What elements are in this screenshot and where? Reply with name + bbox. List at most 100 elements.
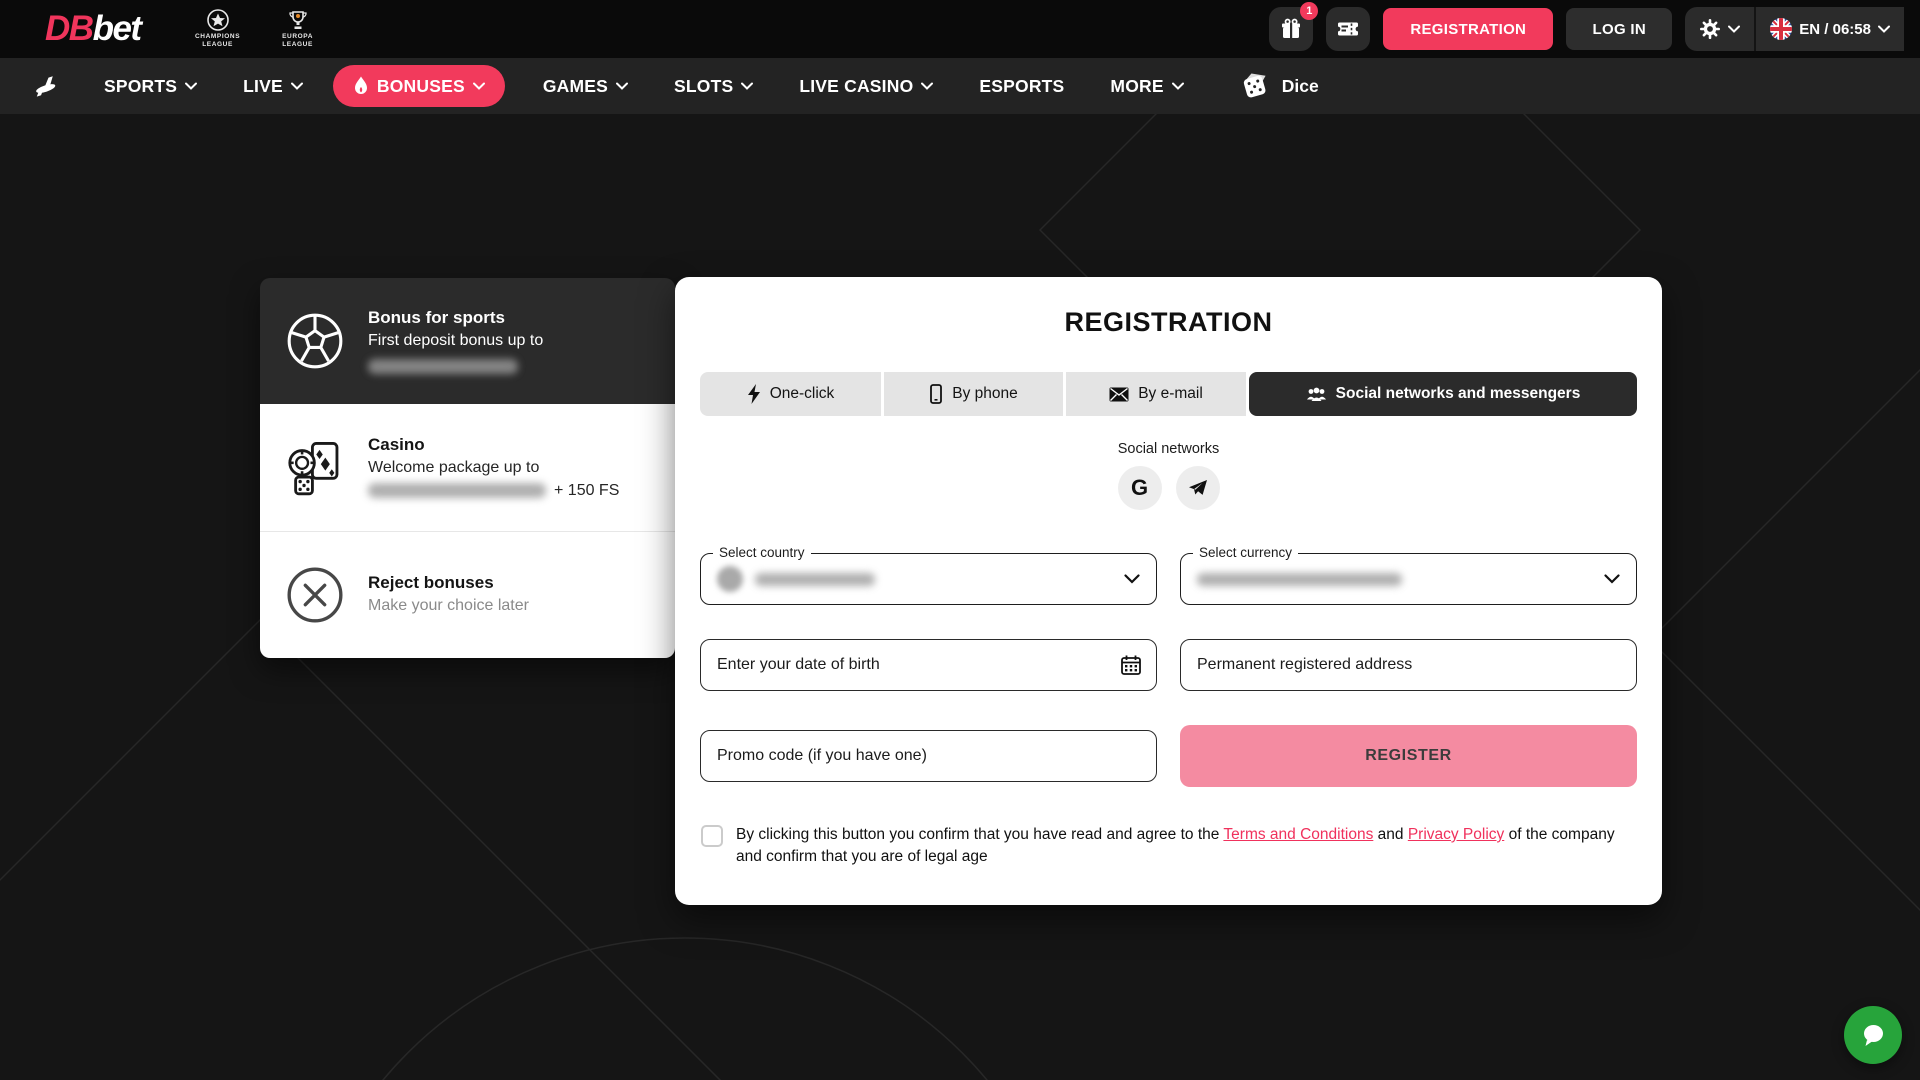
masked-bonus-amount (368, 359, 518, 374)
tab-label: By phone (952, 385, 1018, 403)
nav-bonuses[interactable]: BONUSES (333, 65, 505, 107)
masked-currency-value (1197, 573, 1402, 586)
nav-bonuses-label: BONUSES (377, 76, 465, 97)
nav-more[interactable]: MORE (1110, 76, 1183, 97)
aviator-plane-icon[interactable] (30, 74, 64, 98)
bonus-fs-suffix: + 150 FS (554, 482, 619, 499)
tab-label: One-click (770, 385, 835, 403)
nav-live-label: LIVE (243, 76, 283, 97)
chevron-down-icon (1124, 574, 1140, 584)
agreement-text: By clicking this button you confirm that… (736, 824, 1636, 868)
chevron-down-icon (473, 82, 485, 90)
select-row: Select country Select currency (700, 553, 1637, 605)
chevron-down-icon (1728, 25, 1740, 33)
login-button[interactable]: LOG IN (1566, 8, 1672, 50)
country-select[interactable]: Select country (700, 553, 1157, 605)
masked-country-value (755, 573, 875, 586)
nav-esports-label: ESPORTS (979, 76, 1064, 97)
gifts-button[interactable]: 1 (1269, 7, 1313, 51)
google-icon: G (1131, 475, 1148, 501)
bonus-card-title: Bonus for sports (368, 308, 543, 328)
dice-icon (1240, 71, 1270, 101)
bonus-card-title: Reject bonuses (368, 573, 529, 593)
lightning-icon (747, 384, 761, 404)
dice-label: Dice (1282, 76, 1319, 97)
site-logo[interactable]: DBbet (45, 9, 141, 49)
currency-select-label: Select currency (1193, 545, 1298, 560)
chat-bubble-icon (1859, 1021, 1887, 1049)
nav-more-label: MORE (1110, 76, 1163, 97)
nav-games[interactable]: GAMES (543, 76, 628, 97)
tickets-button[interactable] (1326, 7, 1370, 51)
tab-one-click[interactable]: One-click (700, 372, 881, 416)
bonus-card-subtitle: First deposit bonus up to (368, 331, 543, 352)
address-input[interactable] (1180, 639, 1637, 691)
masked-country-flag (717, 566, 743, 592)
terms-checkbox[interactable] (701, 825, 723, 847)
google-signup-button[interactable]: G (1118, 466, 1162, 510)
phone-icon (929, 384, 943, 404)
nav-live[interactable]: LIVE (243, 76, 303, 97)
country-select-label: Select country (713, 545, 811, 560)
champions-league-logo: CHAMPIONS LEAGUE (183, 9, 253, 49)
logo-db: DB (45, 9, 93, 48)
bonus-card-reject[interactable]: Reject bonuses Make your choice later (260, 531, 675, 658)
nav-live-casino[interactable]: LIVE CASINO (799, 76, 933, 97)
telegram-icon (1188, 479, 1208, 497)
chevron-down-icon (616, 82, 628, 90)
chevron-down-icon (1604, 574, 1620, 584)
soccer-ball-icon (282, 310, 348, 372)
tab-by-email[interactable]: By e-mail (1066, 372, 1246, 416)
chevron-down-icon (921, 82, 933, 90)
nav-dice-game[interactable]: Dice (1240, 71, 1319, 101)
champions-league-starball-icon (205, 9, 231, 33)
nav-sports[interactable]: SPORTS (104, 76, 197, 97)
register-button[interactable]: REGISTER (1180, 725, 1637, 787)
language-time-selector[interactable]: EN / 06:58 (1756, 7, 1904, 51)
nav-slots-label: SLOTS (674, 76, 733, 97)
casino-chip-cards-icon (282, 437, 348, 499)
nav-sports-label: SPORTS (104, 76, 177, 97)
champions-league-label-1: CHAMPIONS (195, 33, 240, 41)
terms-and-conditions-link[interactable]: Terms and Conditions (1223, 826, 1373, 843)
bonus-card-subtitle: Make your choice later (368, 596, 529, 617)
locale-label: EN / 06:58 (1799, 21, 1871, 38)
nav-esports[interactable]: ESPORTS (979, 76, 1064, 97)
chevron-down-icon (185, 82, 197, 90)
currency-select[interactable]: Select currency (1180, 553, 1637, 605)
agreement-part-1: By clicking this button you confirm that… (736, 826, 1223, 843)
bonus-card-casino-text: Casino Welcome package up to + 150 FS (368, 435, 619, 500)
europa-league-logo: EUROPA LEAGUE (263, 9, 333, 49)
registration-button[interactable]: REGISTRATION (1383, 8, 1553, 50)
bonus-card-sports-text: Bonus for sports First deposit bonus up … (368, 308, 543, 375)
bonus-card-casino[interactable]: Casino Welcome package up to + 150 FS (260, 404, 675, 531)
inputs-row (700, 639, 1637, 691)
bonus-card-title: Casino (368, 435, 619, 455)
tab-by-phone[interactable]: By phone (884, 372, 1063, 416)
telegram-signup-button[interactable] (1176, 466, 1220, 510)
bonus-choice-rail: Bonus for sports First deposit bonus up … (260, 278, 675, 658)
privacy-policy-link[interactable]: Privacy Policy (1408, 826, 1504, 843)
social-networks-label: Social networks (700, 441, 1637, 457)
promo-code-input[interactable] (700, 730, 1157, 782)
chevron-down-icon (1878, 25, 1890, 33)
tab-social-networks[interactable]: Social networks and messengers (1249, 372, 1637, 416)
masked-bonus-amount (368, 483, 546, 498)
reject-cross-icon (282, 564, 348, 626)
ticket-icon (1336, 19, 1360, 39)
settings-button[interactable] (1685, 7, 1754, 51)
nav-slots[interactable]: SLOTS (674, 76, 753, 97)
envelope-icon (1109, 387, 1129, 402)
nav-games-label: GAMES (543, 76, 608, 97)
date-of-birth-input[interactable] (700, 639, 1157, 691)
registration-tabs: One-click By phone By e-mail Social netw (700, 372, 1637, 416)
live-chat-button[interactable] (1844, 1006, 1902, 1064)
bonus-card-sports[interactable]: Bonus for sports First deposit bonus up … (260, 278, 675, 404)
logo-bet: bet (93, 9, 141, 48)
flame-icon (353, 76, 369, 96)
chevron-down-icon (1172, 82, 1184, 90)
panel-title: REGISTRATION (700, 307, 1637, 338)
gear-icon (1699, 18, 1721, 40)
champions-league-label-2: LEAGUE (202, 41, 233, 49)
tab-label: Social networks and messengers (1336, 385, 1581, 403)
